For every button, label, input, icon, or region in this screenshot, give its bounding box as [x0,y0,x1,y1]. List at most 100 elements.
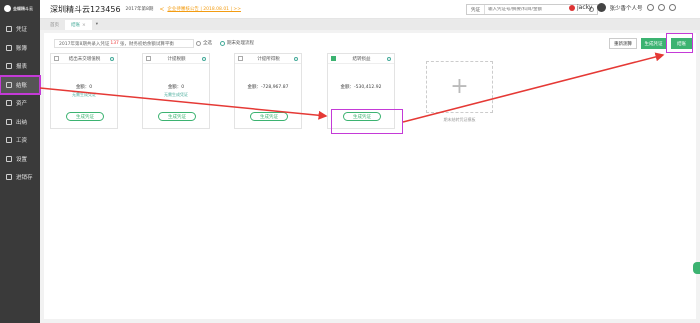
main-panel: 2017年第8期共录入凭证 137 张，财务初始余额试算平衡 全选 期末处理流程… [44,33,696,319]
info-bar: 2017年第8期共录入凭证 137 张，财务初始余额试算平衡 [54,39,194,48]
feedback-tab[interactable] [693,262,700,274]
avatar[interactable] [597,3,607,12]
card-checkbox[interactable] [54,56,59,61]
recalculate-button[interactable]: 重新测算 [609,38,637,49]
sidebar-item-label: 资产 [16,101,28,108]
card-header: 计提税额 [143,54,209,64]
company-name[interactable]: 深圳精斗云123456 [50,4,121,15]
closing-icon [6,81,12,88]
sidebar-item-label: 账簿 [16,45,28,52]
sidebar-item-inventory[interactable]: 进销存 [0,168,40,187]
info-suffix: 张，财务初始余额试算平衡 [119,41,174,47]
cashier-icon [6,118,12,125]
close-icon[interactable]: × [82,23,86,28]
inventory-icon [6,174,12,181]
card-checkbox[interactable] [146,56,151,61]
settings-icon[interactable] [658,4,666,11]
sidebar-item-label: 报表 [16,64,28,71]
card-title: 计提所得税 [257,56,280,62]
card-tax: 计提税额 金额：0 无需生成凭证 生成凭证 [142,53,210,129]
logo: 金蝶精斗云 [0,0,40,17]
sidebar-item-assets[interactable]: 资产 [0,94,40,113]
sidebar-item-ledger[interactable]: 账簿 [0,39,40,58]
assets-icon [6,100,12,107]
add-template-card[interactable]: + [426,61,493,113]
logo-text: 金蝶精斗云 [13,5,33,11]
sidebar-item-label: 进销存 [16,175,33,182]
sidebar: 金蝶精斗云 凭证 账簿 报表 结账 资产 出纳 工资 设置 进销存 [0,0,41,323]
voucher-count: 137 [110,41,119,46]
checkbox-icon [196,40,201,46]
gear-icon[interactable] [202,56,206,61]
generate-voucher-button[interactable]: 生成凭证 [641,38,666,49]
card-checkbox[interactable] [331,56,336,61]
card-title: 计提税额 [167,56,186,62]
plus-icon: + [450,74,469,99]
voucher-icon [6,26,12,33]
sidebar-nav: 凭证 账簿 报表 结账 资产 出纳 工资 设置 进销存 [0,20,41,187]
card-note: 无需生成凭证 [72,92,96,97]
tab-bar: 首页 结账 × ▾ [40,19,700,30]
power-icon[interactable] [669,4,677,11]
tab-home[interactable]: 首页 [44,20,65,30]
sidebar-item-closing[interactable]: 结账 [0,74,41,95]
payroll-icon [6,137,12,144]
select-all-label: 全选 [203,41,212,46]
period-selector[interactable]: 2017年第8期 [126,6,154,12]
card-checkbox[interactable] [238,56,243,61]
ledger-icon [6,44,12,51]
card-header: 结转损益 [328,54,394,64]
sidebar-item-payroll[interactable]: 工资 [0,131,40,150]
highlight-close-button [666,33,693,53]
sidebar-item-settings[interactable]: 设置 [0,150,40,169]
card-amount: 金额：-728,967.87 [247,85,289,90]
add-template-label: 期末结转凭证模板 [443,117,476,122]
card-vat: 结出未交增值税 金额：0 无需生成凭证 生成凭证 [50,53,118,129]
search-type-select[interactable]: 凭证 [467,5,485,14]
report-icon [6,63,12,70]
card-header: 计提所得税 [235,54,301,64]
info-prefix: 2017年第8期共录入凭证 [59,41,110,47]
highlight-card-button [331,109,403,134]
card-header: 结出未交增值税 [51,54,117,64]
tab-label: 结账 [71,22,80,28]
flow-label: 期末处理流程 [227,41,254,46]
sidebar-item-report[interactable]: 报表 [0,57,40,76]
card-amount: 金额：-530,412.92 [340,85,382,90]
app-root: 金蝶精斗云 凭证 账簿 报表 结账 资产 出纳 工资 设置 进销存 深圳精斗云1… [0,0,700,323]
card-note: 无需生成凭证 [164,92,188,97]
help-icon[interactable] [647,4,655,11]
card-title: 结出未交增值税 [68,56,101,62]
sidebar-item-label: 出纳 [16,119,28,126]
username-menu[interactable]: jacky [577,4,592,11]
share-icon[interactable]: < [159,6,164,13]
flag-icon [569,4,575,11]
flow-checkbox[interactable]: 期末处理流程 [220,40,254,46]
sidebar-item-label: 结账 [16,82,28,89]
select-all-checkbox[interactable]: 全选 [196,40,212,46]
user-area: jacky 张少香个人号 [569,3,680,12]
gear-icon [6,155,12,162]
sidebar-item-voucher[interactable]: 凭证 [0,20,40,39]
sidebar-item-label: 凭证 [16,27,28,34]
gear-icon[interactable] [110,56,114,61]
card-generate-button[interactable]: 生成凭证 [158,112,196,121]
checkbox-icon [220,40,225,46]
card-amount: 金额：0 [167,85,185,90]
gear-icon[interactable] [294,56,298,61]
sidebar-item-cashier[interactable]: 出纳 [0,113,40,132]
card-title: 结转损益 [352,56,371,62]
notice-link[interactable]: 企业待審核公告 | 2018.08.01 | >> [167,6,241,12]
sidebar-item-label: 工资 [16,138,28,145]
top-bar: 深圳精斗云123456 2017年第8期 < 企业待審核公告 | 2018.08… [40,0,700,19]
tab-closing[interactable]: 结账 × [65,19,92,30]
card-income-tax: 计提所得税 金额：-728,967.87 生成凭证 [234,53,302,129]
logo-icon [4,5,11,12]
sidebar-item-label: 设置 [16,156,28,163]
card-generate-button[interactable]: 生成凭证 [66,112,104,121]
card-generate-button[interactable]: 生成凭证 [250,112,288,121]
gear-icon[interactable] [387,56,391,61]
card-amount: 金额：0 [75,85,93,90]
chevron-down-icon[interactable]: ▾ [96,22,98,27]
account-name[interactable]: 张少香个人号 [609,4,642,12]
